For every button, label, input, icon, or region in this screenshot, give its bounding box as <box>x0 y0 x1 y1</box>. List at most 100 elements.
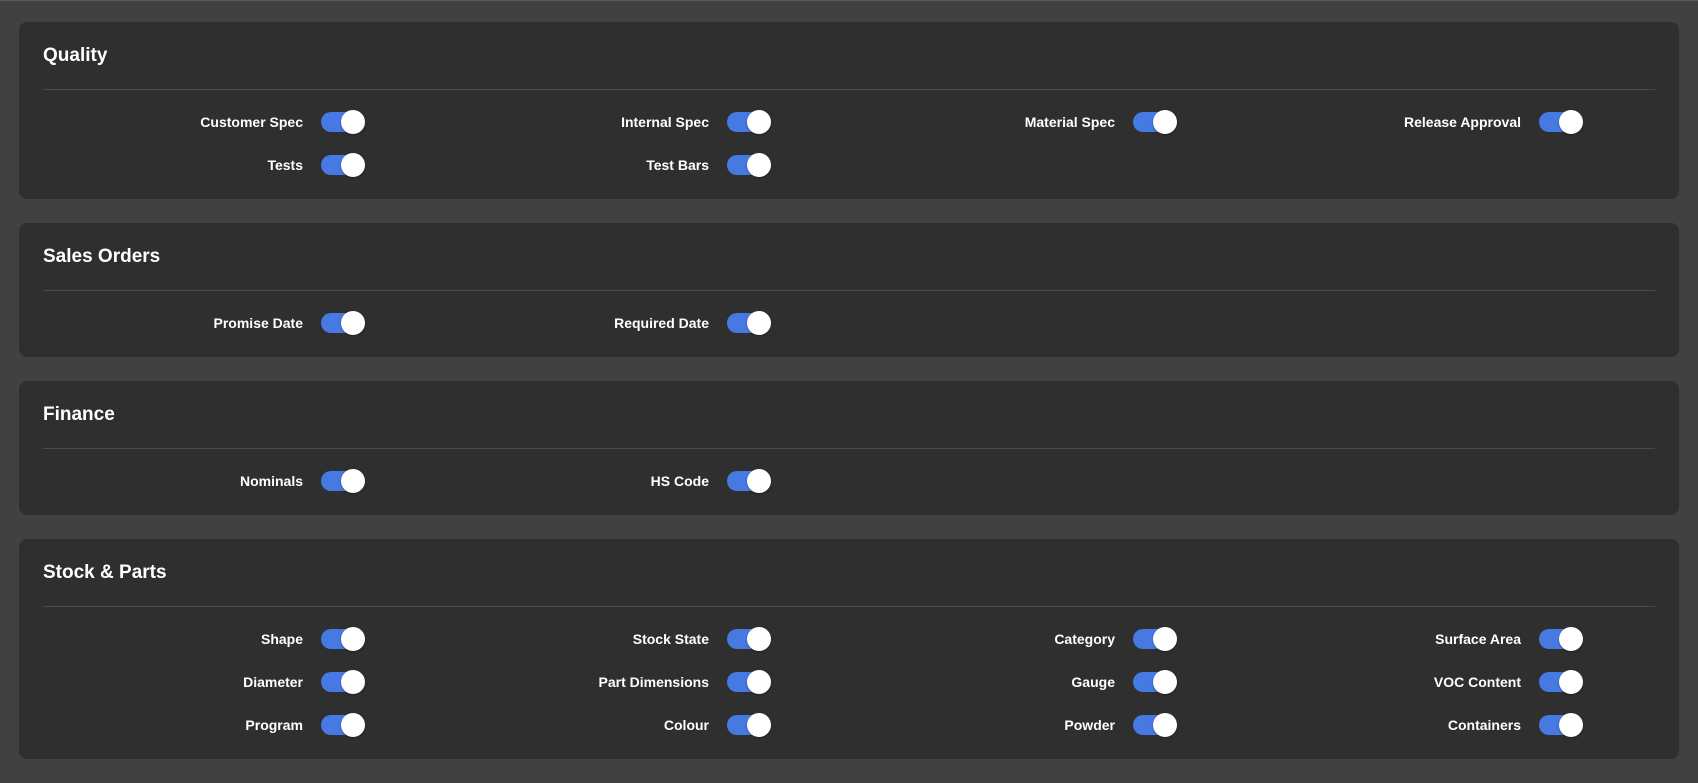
toggle-label: Test Bars <box>646 157 709 173</box>
toggle-label: Program <box>245 717 303 733</box>
toggle-item-gauge: Gauge <box>855 662 1261 702</box>
toggle-switch-colour[interactable] <box>727 713 771 737</box>
toggle-label: Internal Spec <box>621 114 709 130</box>
section-card-quality: Quality Customer Spec Internal Spec Materia… <box>19 22 1679 199</box>
toggle-label: HS Code <box>650 473 709 489</box>
toggle-label: Customer Spec <box>200 114 303 130</box>
section-body: Shape Stock State Category Surface Area Diam… <box>43 607 1655 759</box>
toggle-switch-tests[interactable] <box>321 153 365 177</box>
toggle-label: Gauge <box>1071 674 1115 690</box>
section-card-stock-and-parts: Stock & Parts Shape Stock State Category Sur… <box>19 539 1679 759</box>
toggle-item-hs-code: HS Code <box>449 461 855 501</box>
toggle-label: Stock State <box>632 631 709 647</box>
toggle-switch-powder[interactable] <box>1133 713 1177 737</box>
toggle-switch-test-bars[interactable] <box>727 153 771 177</box>
toggle-item-part-dimensions: Part Dimensions <box>449 662 855 702</box>
toggle-item-colour: Colour <box>449 705 855 745</box>
toggle-item-material-spec: Material Spec <box>855 102 1261 142</box>
section-card-finance: Finance Nominals HS Code <box>19 381 1679 515</box>
toggle-item-surface-area: Surface Area <box>1261 619 1667 659</box>
toggle-label: Powder <box>1064 717 1115 733</box>
toggle-item-powder: Powder <box>855 705 1261 745</box>
section-body: Nominals HS Code <box>43 449 1655 515</box>
toggle-switch-voc-content[interactable] <box>1539 670 1583 694</box>
toggle-knob <box>341 311 365 335</box>
toggle-label: Part Dimensions <box>598 674 709 690</box>
toggle-knob <box>747 110 771 134</box>
toggle-label: Material Spec <box>1024 114 1115 130</box>
toggle-switch-part-dimensions[interactable] <box>727 670 771 694</box>
toggle-grid: Customer Spec Internal Spec Material Spec R… <box>43 102 1655 185</box>
toggle-knob <box>341 469 365 493</box>
toggle-item-diameter: Diameter <box>43 662 449 702</box>
toggle-switch-surface-area[interactable] <box>1539 627 1583 651</box>
toggle-grid: Promise Date Required Date <box>43 303 1655 343</box>
toggle-switch-release-approval[interactable] <box>1539 110 1583 134</box>
toggle-label: Shape <box>260 631 303 647</box>
toggle-item-promise-date: Promise Date <box>43 303 449 343</box>
toggle-label: Surface Area <box>1435 631 1521 647</box>
toggle-grid: Nominals HS Code <box>43 461 1655 501</box>
toggle-item-voc-content: VOC Content <box>1261 662 1667 702</box>
toggle-item-nominals: Nominals <box>43 461 449 501</box>
toggle-knob <box>747 627 771 651</box>
toggle-knob <box>341 627 365 651</box>
toggle-knob <box>1153 670 1177 694</box>
toggle-knob <box>341 153 365 177</box>
toggle-switch-required-date[interactable] <box>727 311 771 335</box>
toggle-switch-nominals[interactable] <box>321 469 365 493</box>
section-body: Customer Spec Internal Spec Material Spec R… <box>43 90 1655 199</box>
toggle-item-shape: Shape <box>43 619 449 659</box>
toggle-switch-shape[interactable] <box>321 627 365 651</box>
toggle-knob <box>1559 670 1583 694</box>
toggle-knob <box>747 713 771 737</box>
toggle-item-stock-state: Stock State <box>449 619 855 659</box>
toggle-label: Containers <box>1447 717 1521 733</box>
toggle-switch-hs-code[interactable] <box>727 469 771 493</box>
toggle-label: Diameter <box>243 674 303 690</box>
toggle-label: Release Approval <box>1404 114 1521 130</box>
toggle-switch-diameter[interactable] <box>321 670 365 694</box>
toggle-knob <box>1153 713 1177 737</box>
toggle-switch-category[interactable] <box>1133 627 1177 651</box>
toggle-switch-program[interactable] <box>321 713 365 737</box>
toggle-knob <box>747 311 771 335</box>
toggle-knob <box>1559 110 1583 134</box>
toggle-knob <box>747 469 771 493</box>
toggle-knob <box>341 670 365 694</box>
toggle-label: Nominals <box>239 473 303 489</box>
toggle-label: VOC Content <box>1433 674 1521 690</box>
toggle-switch-internal-spec[interactable] <box>727 110 771 134</box>
toggle-item-internal-spec: Internal Spec <box>449 102 855 142</box>
toggle-label: Promise Date <box>213 315 303 331</box>
toggle-item-test-bars: Test Bars <box>449 145 855 185</box>
settings-page: Quality Customer Spec Internal Spec Materia… <box>19 22 1679 783</box>
toggle-label: Tests <box>267 157 303 173</box>
toggle-knob <box>747 670 771 694</box>
toggle-label: Category <box>1054 631 1115 647</box>
toggle-knob <box>341 713 365 737</box>
toggle-label: Colour <box>663 717 709 733</box>
section-title: Finance <box>43 381 1655 449</box>
section-card-sales-orders: Sales Orders Promise Date Required Date <box>19 223 1679 357</box>
toggle-knob <box>747 153 771 177</box>
toggle-knob <box>1153 110 1177 134</box>
toggle-switch-stock-state[interactable] <box>727 627 771 651</box>
toggle-switch-customer-spec[interactable] <box>321 110 365 134</box>
toggle-item-tests: Tests <box>43 145 449 185</box>
toggle-knob <box>1559 627 1583 651</box>
section-body: Promise Date Required Date <box>43 291 1655 357</box>
toggle-knob <box>341 110 365 134</box>
window-top-border <box>0 0 1698 1</box>
section-title: Stock & Parts <box>43 539 1655 607</box>
toggle-switch-gauge[interactable] <box>1133 670 1177 694</box>
toggle-switch-containers[interactable] <box>1539 713 1583 737</box>
toggle-knob <box>1559 713 1583 737</box>
toggle-switch-promise-date[interactable] <box>321 311 365 335</box>
toggle-item-category: Category <box>855 619 1261 659</box>
section-title: Sales Orders <box>43 223 1655 291</box>
toggle-switch-material-spec[interactable] <box>1133 110 1177 134</box>
toggle-item-release-approval: Release Approval <box>1261 102 1667 142</box>
toggle-label: Required Date <box>614 315 709 331</box>
toggle-grid: Shape Stock State Category Surface Area Diam… <box>43 619 1655 745</box>
